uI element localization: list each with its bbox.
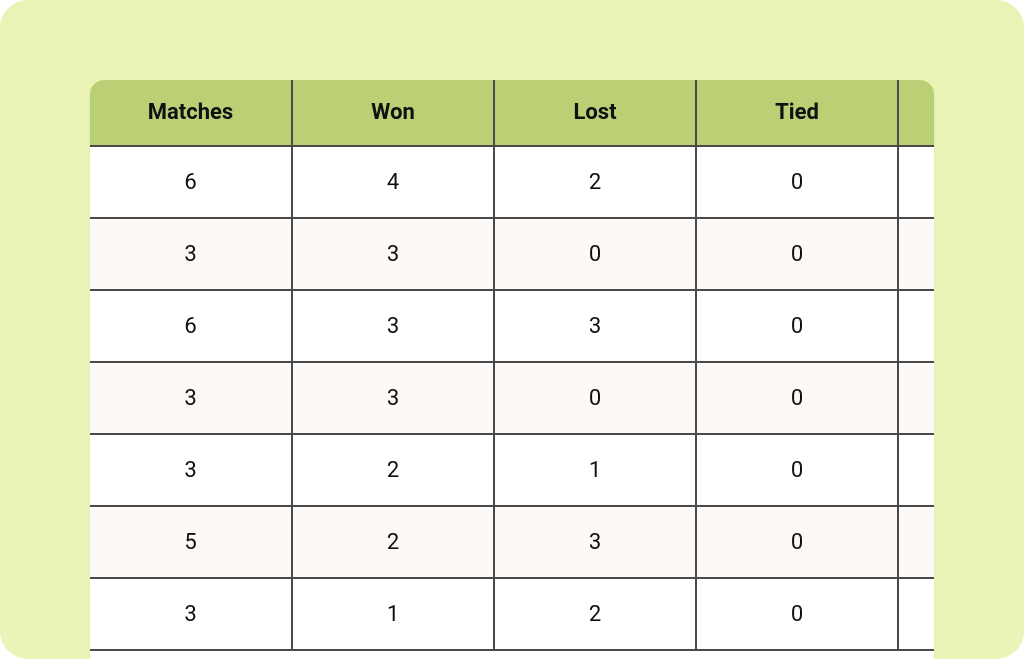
cell-tied: 0 [696,218,898,290]
header-nr: N/ [898,80,934,146]
cell-lost: 3 [494,290,696,362]
cell-nr: 0 [898,506,934,578]
table-row: 3 1 2 0 0 [90,578,934,650]
cell-matches: 5 [90,506,292,578]
cell-won: 3 [292,362,494,434]
page-background: Matches Won Lost Tied N/ 6 4 2 0 0 3 3 [0,0,1024,659]
cell-matches: 3 [90,362,292,434]
cell-nr: 0 [898,362,934,434]
cell-won: 2 [292,434,494,506]
cell-matches: 3 [90,218,292,290]
cell-matches: 6 [90,290,292,362]
cell-nr: 0 [898,218,934,290]
cell-nr: 0 [898,146,934,218]
header-lost: Lost [494,80,696,146]
cell-won: 2 [292,506,494,578]
table-row: 3 2 1 0 0 [90,434,934,506]
cell-tied: 0 [696,434,898,506]
cell-lost: 0 [494,218,696,290]
cell-tied: 0 [696,362,898,434]
results-table: Matches Won Lost Tied N/ 6 4 2 0 0 3 3 [90,80,934,651]
cell-matches: 6 [90,146,292,218]
header-tied: Tied [696,80,898,146]
cell-matches: 3 [90,578,292,650]
cell-nr: 0 [898,290,934,362]
table-row: 6 4 2 0 0 [90,146,934,218]
cell-nr: 0 [898,578,934,650]
cell-lost: 3 [494,506,696,578]
cell-tied: 0 [696,506,898,578]
table-header-row: Matches Won Lost Tied N/ [90,80,934,146]
table-row: 3 3 0 0 0 [90,218,934,290]
cell-won: 1 [292,578,494,650]
cell-tied: 0 [696,578,898,650]
cell-lost: 2 [494,578,696,650]
table-row: 5 2 3 0 0 [90,506,934,578]
cell-won: 3 [292,218,494,290]
cell-lost: 2 [494,146,696,218]
header-matches: Matches [90,80,292,146]
cell-lost: 1 [494,434,696,506]
table-row: 6 3 3 0 0 [90,290,934,362]
table-row: 3 3 0 0 0 [90,362,934,434]
cell-nr: 0 [898,434,934,506]
cell-lost: 0 [494,362,696,434]
table-card: Matches Won Lost Tied N/ 6 4 2 0 0 3 3 [90,80,934,659]
cell-matches: 3 [90,434,292,506]
cell-won: 4 [292,146,494,218]
header-won: Won [292,80,494,146]
cell-won: 3 [292,290,494,362]
cell-tied: 0 [696,290,898,362]
cell-tied: 0 [696,146,898,218]
